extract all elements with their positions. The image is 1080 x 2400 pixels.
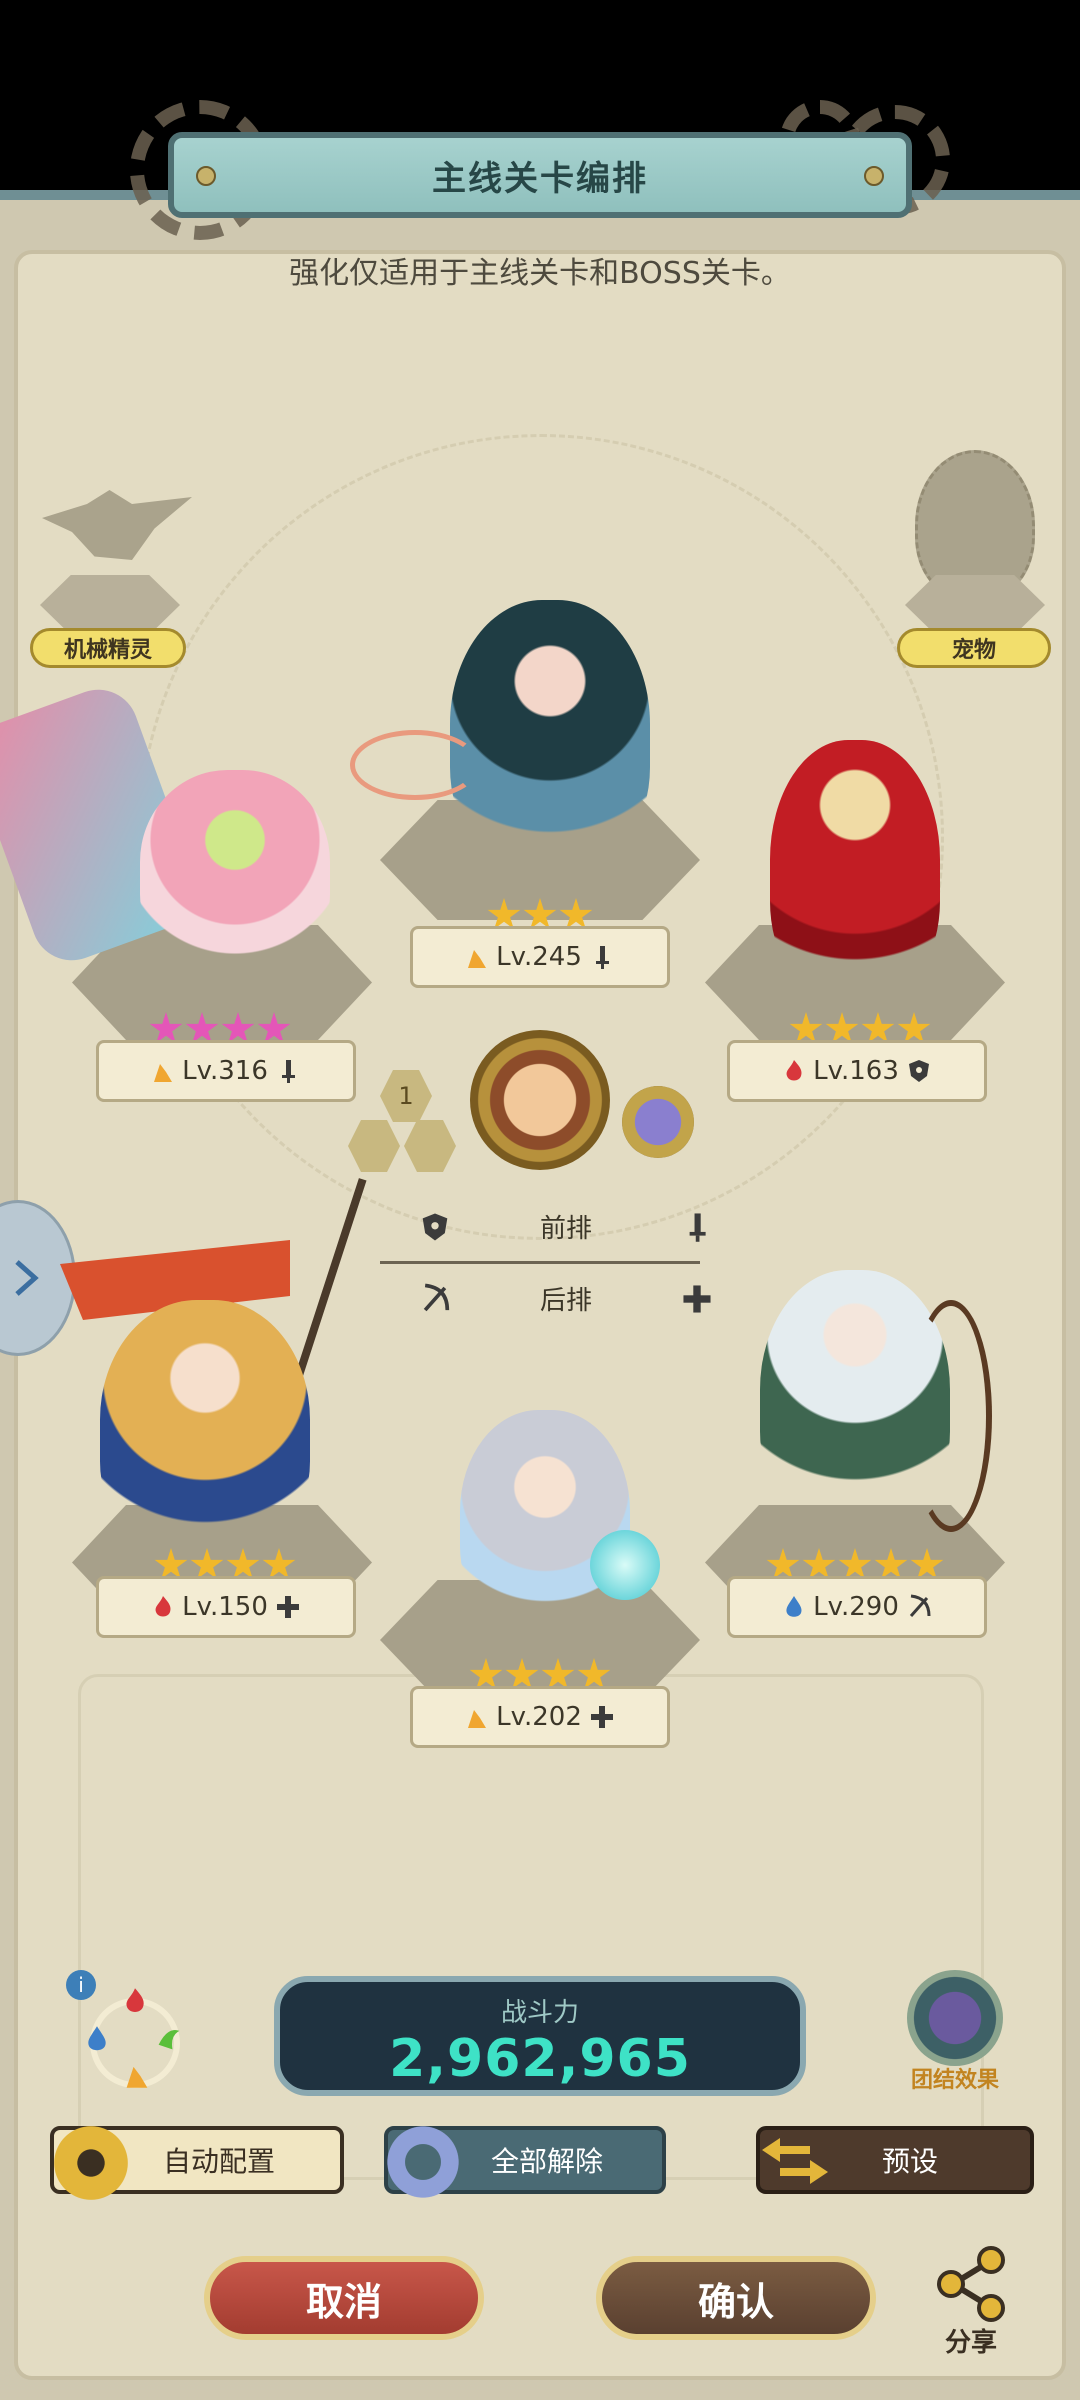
hero-sprite	[770, 740, 940, 1000]
hero-slot-top-center[interactable]: Lv.245	[350, 590, 700, 990]
cancel-label: 取消	[305, 2279, 382, 2324]
auto-config-button[interactable]: 自动配置	[48, 2120, 344, 2206]
hero-level: Lv.163	[813, 1056, 899, 1086]
sword-slot-icon	[348, 1120, 400, 1172]
hero-level: Lv.290	[813, 1592, 899, 1622]
subtitle-text: 强化仅适用于主线关卡和BOSS关卡。	[289, 256, 791, 291]
clear-all-label: 全部解除	[490, 2145, 603, 2178]
mech-spirit-silhouette-icon	[42, 490, 192, 560]
hero-sprite	[140, 770, 330, 970]
hero-slot-bottom-left[interactable]: Lv.150	[60, 1170, 390, 1640]
info-icon[interactable]: i	[66, 1970, 96, 2000]
pet-slot[interactable]: 宠物	[895, 450, 1055, 670]
leader-section: 1	[340, 1030, 720, 1210]
share-label: 分享	[944, 2328, 997, 2358]
title-banner: 主线关卡编排	[168, 132, 912, 218]
front-row-label: 前排	[540, 1214, 593, 1244]
hero-slot-top-right[interactable]: Lv.163	[700, 730, 1020, 1110]
bow-icon	[423, 1283, 450, 1311]
hero-info-box: Lv.163	[727, 1040, 987, 1102]
sword-icon	[689, 1212, 706, 1242]
chevron-right-icon	[15, 1260, 39, 1296]
combat-power-value: 2,962,965	[389, 2029, 691, 2089]
unlink-icon	[378, 2124, 468, 2200]
fire-icon	[786, 1060, 802, 1081]
team-effect-label: 团结效果	[910, 2068, 999, 2093]
hero-level: Lv.202	[496, 1702, 582, 1732]
share-button[interactable]: 分享	[926, 2244, 1016, 2358]
handshake-icon	[907, 1970, 1003, 2066]
pedestal	[40, 575, 180, 635]
sword-icon	[281, 1060, 295, 1083]
swap-arrows-icon	[762, 2138, 828, 2184]
rivet-icon	[196, 166, 216, 186]
leader-badge: 1	[380, 1070, 432, 1122]
back-row-label: 后排	[540, 1286, 593, 1316]
hero-sprite	[460, 1410, 630, 1630]
earth-icon	[468, 950, 487, 968]
auto-config-label: 自动配置	[162, 2145, 275, 2178]
mech-spirit-slot[interactable]: 机械精灵	[30, 480, 192, 670]
team-effect-button[interactable]: 团结效果	[900, 1970, 1010, 2093]
crystal-orb	[590, 1530, 660, 1600]
cancel-button[interactable]: 取消	[204, 2256, 484, 2340]
mech-spirit-label: 机械精灵	[30, 628, 186, 668]
confirm-button[interactable]: 确认	[596, 2256, 876, 2340]
combat-power-label: 战斗力	[500, 1998, 579, 2028]
bow-weapon	[910, 1300, 992, 1532]
combat-power-panel: 战斗力 2,962,965	[274, 1976, 806, 2096]
share-icon	[937, 2246, 1005, 2322]
gear-icon	[48, 2120, 134, 2206]
hero-sprite	[100, 1300, 310, 1560]
hero-info-box: Lv.316	[96, 1040, 356, 1102]
preset-label: 预设	[881, 2145, 938, 2178]
plus-icon	[590, 1706, 613, 1728]
hero-info-box: Lv.202	[410, 1686, 670, 1748]
leader-portrait[interactable]	[470, 1030, 610, 1170]
hero-info-box: Lv.245	[410, 926, 670, 988]
earth-icon	[154, 1064, 173, 1082]
back-row-indicator: 后排	[420, 1280, 712, 1317]
shield-icon	[422, 1212, 448, 1241]
pet-label: 宠物	[897, 628, 1051, 668]
hero-info-box: Lv.150	[96, 1576, 356, 1638]
hero-level: Lv.150	[182, 1592, 268, 1622]
water-icon	[786, 1596, 802, 1617]
hero-slot-bottom-center[interactable]: Lv.202	[380, 1390, 700, 1750]
swap-leader-button[interactable]	[622, 1086, 694, 1158]
hero-level: Lv.316	[182, 1056, 268, 1086]
pedestal	[905, 575, 1045, 635]
fire-icon	[155, 1596, 171, 1617]
row-divider	[380, 1261, 700, 1264]
plus-icon	[276, 1596, 299, 1618]
hero-slot-bottom-right[interactable]: Lv.290	[700, 1260, 1030, 1640]
preset-button[interactable]: 预设	[756, 2126, 1034, 2194]
hero-info-box: Lv.290	[727, 1576, 987, 1638]
hero-sprite	[450, 600, 650, 870]
earth-icon	[126, 2066, 148, 2088]
front-row-indicator: 前排	[420, 1208, 712, 1245]
bow-icon	[909, 1594, 931, 1617]
fire-icon	[126, 1988, 144, 2012]
orb-slot-icon	[404, 1120, 456, 1172]
element-wheel[interactable]: i	[64, 1968, 194, 2098]
confirm-label: 确认	[697, 2279, 774, 2324]
page-title: 主线关卡编排	[432, 158, 648, 199]
clear-all-button[interactable]: 全部解除	[378, 2124, 666, 2200]
shield-icon	[908, 1060, 929, 1082]
wind-icon	[158, 2030, 180, 2050]
hero-slot-top-left[interactable]: Lv.316	[0, 678, 380, 1110]
hero-level: Lv.245	[496, 942, 582, 972]
rivet-icon	[864, 166, 884, 186]
earth-icon	[468, 1710, 487, 1728]
water-icon	[88, 2026, 106, 2051]
sword-icon	[595, 946, 609, 969]
